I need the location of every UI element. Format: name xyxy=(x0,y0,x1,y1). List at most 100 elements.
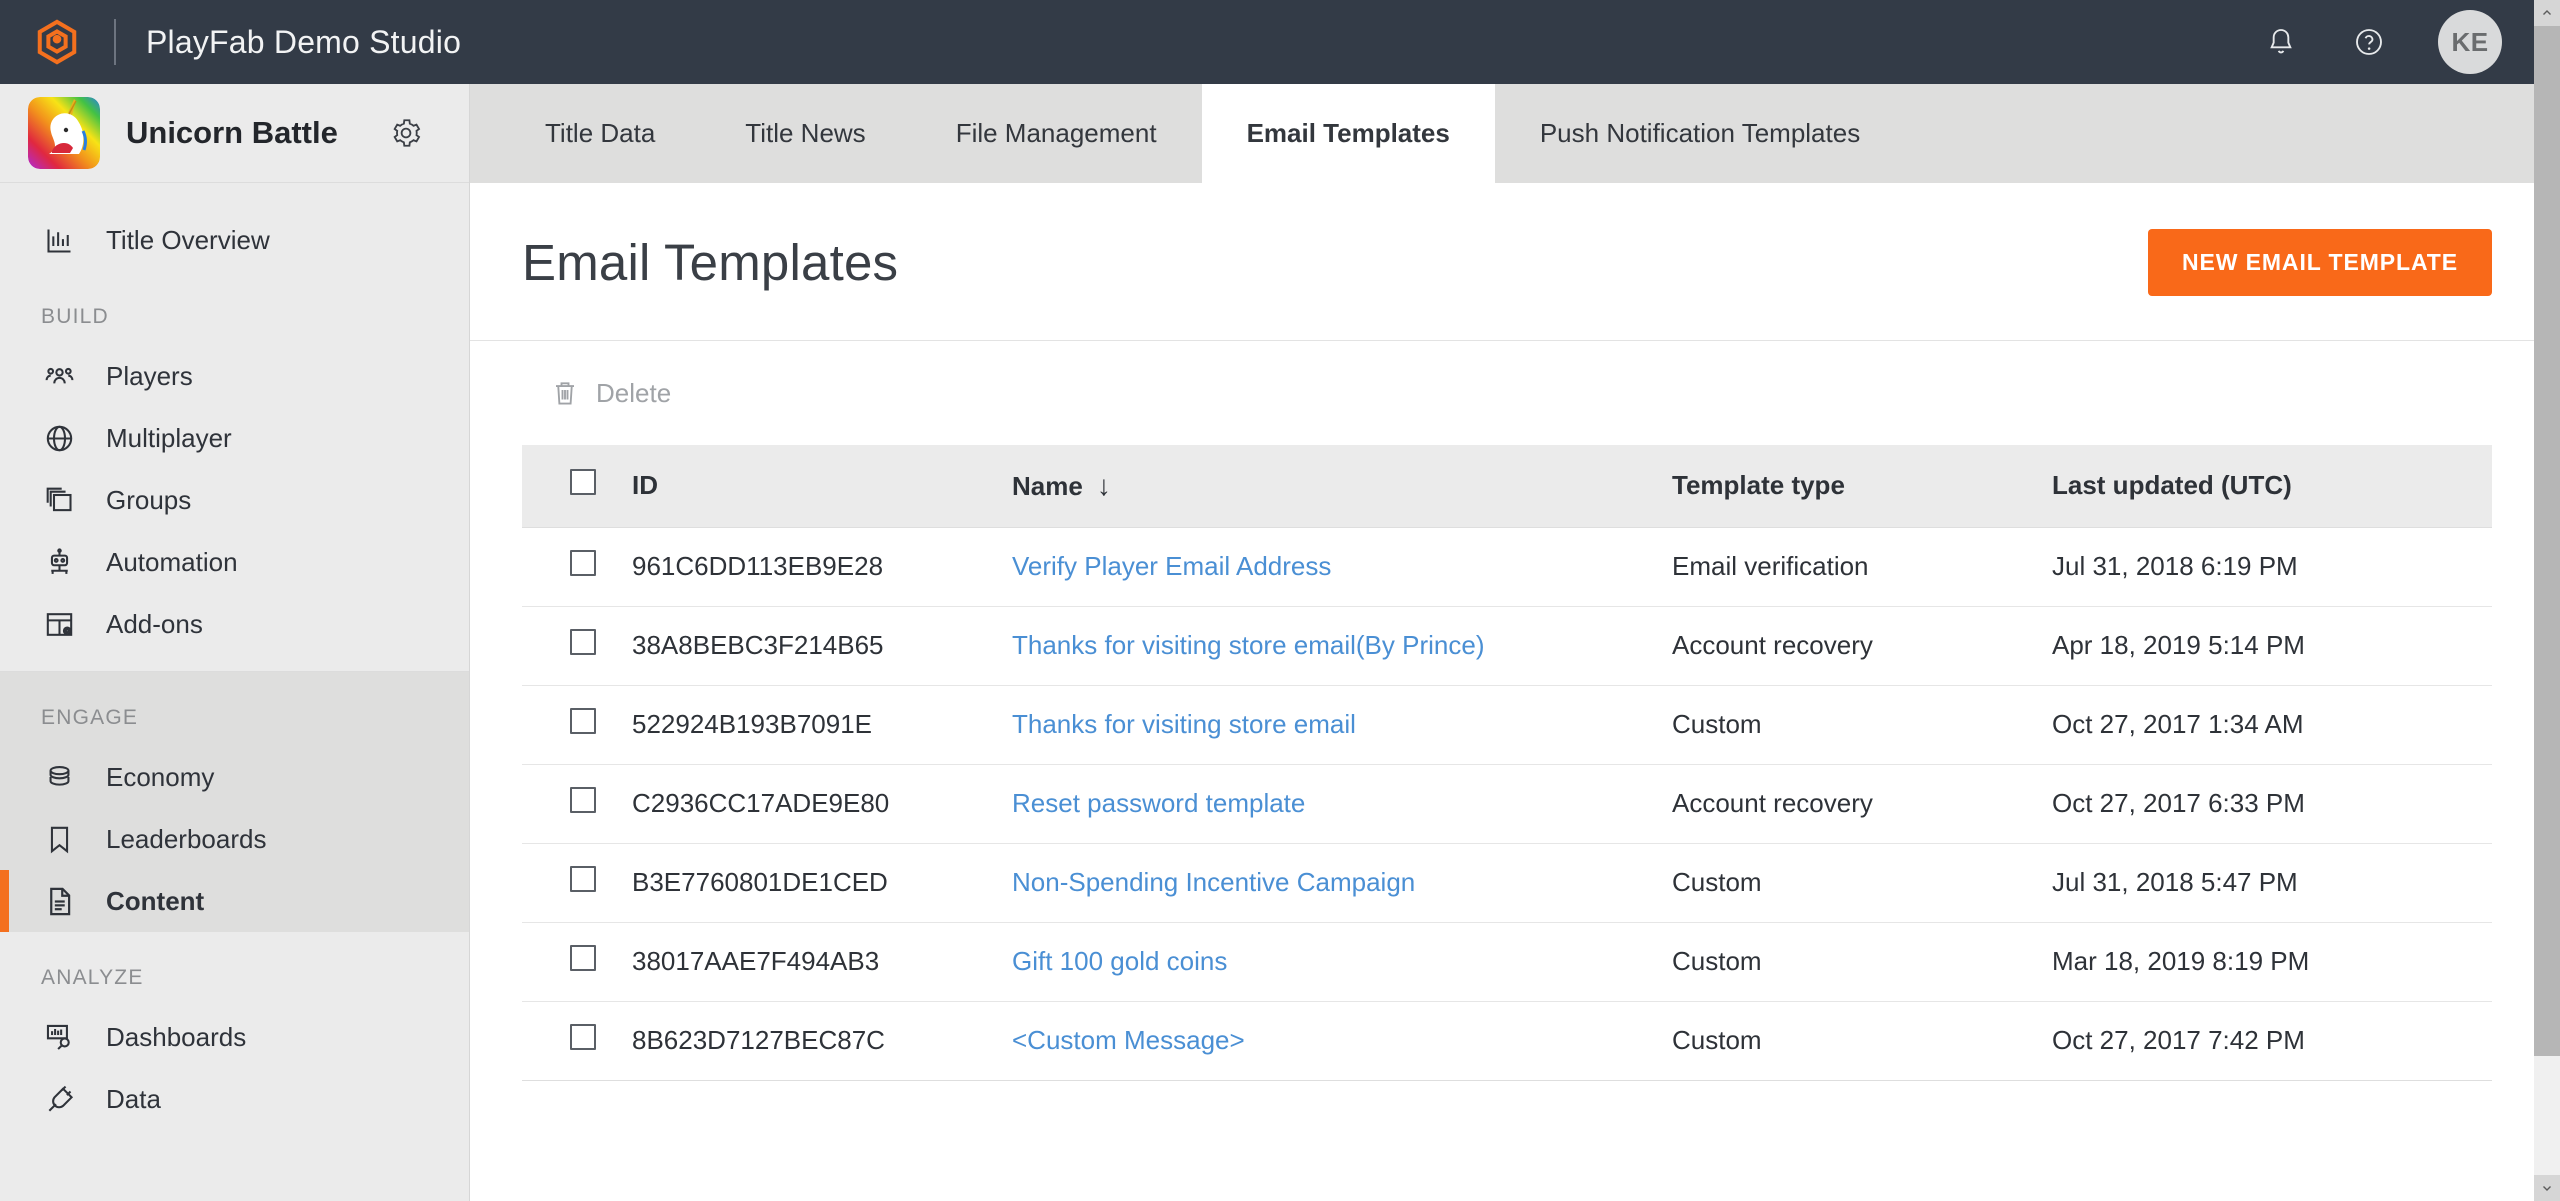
th-name-label: Name xyxy=(1012,470,1083,501)
cell-last-updated: Jul 31, 2018 6:19 PM xyxy=(2052,527,2492,607)
template-name-link[interactable]: <Custom Message> xyxy=(1012,1025,1245,1055)
th-last-updated[interactable]: Last updated (UTC) xyxy=(2052,445,2492,528)
delete-label: Delete xyxy=(596,377,672,408)
table-row[interactable]: 961C6DD113EB9E28 Verify Player Email Add… xyxy=(522,527,2492,607)
cell-last-updated: Mar 18, 2019 8:19 PM xyxy=(2052,922,2492,1002)
table-row[interactable]: 38017AAE7F494AB3 Gift 100 gold coins Cus… xyxy=(522,922,2492,1002)
sidebar-item-automation[interactable]: Automation xyxy=(0,531,469,593)
new-email-template-button[interactable]: NEW EMAIL TEMPLATE xyxy=(2147,229,2492,296)
bar-chart-icon xyxy=(41,222,77,258)
playfab-hexagon-logo-icon[interactable] xyxy=(34,19,80,65)
tab-push-notification-templates[interactable]: Push Notification Templates xyxy=(1495,84,1905,183)
tab-title-news[interactable]: Title News xyxy=(700,84,910,183)
row-checkbox[interactable] xyxy=(570,945,596,971)
sidebar-item-label: Add-ons xyxy=(106,608,203,639)
topbar-actions: KE xyxy=(2262,10,2560,74)
sidebar-item-leaderboards[interactable]: Leaderboards xyxy=(0,808,469,870)
scrollbar-thumb[interactable] xyxy=(2534,26,2560,1056)
sidebar-section-label: ENGAGE xyxy=(41,706,139,729)
select-all-checkbox[interactable] xyxy=(570,469,596,496)
sidebar-item-content[interactable]: Content xyxy=(0,870,469,932)
tab-title-data[interactable]: Title Data xyxy=(500,84,700,183)
cell-template-type: Custom xyxy=(1672,922,2052,1002)
template-name-link[interactable]: Non-Spending Incentive Campaign xyxy=(1012,867,1415,897)
cell-id: 38A8BEBC3F214B65 xyxy=(632,606,1012,686)
th-name[interactable]: Name ↓ xyxy=(1012,445,1672,528)
th-select-all xyxy=(522,445,632,528)
cell-last-updated: Oct 27, 2017 1:34 AM xyxy=(2052,685,2492,765)
globe-icon xyxy=(41,420,77,456)
template-name-link[interactable]: Reset password template xyxy=(1012,788,1305,818)
bell-icon[interactable] xyxy=(2262,23,2300,61)
cell-name: Reset password template xyxy=(1012,764,1672,844)
table-gear-icon xyxy=(41,606,77,642)
scroll-up-button[interactable] xyxy=(2534,0,2560,26)
delete-button[interactable]: Delete xyxy=(550,378,671,409)
cell-checkbox xyxy=(522,527,632,607)
row-checkbox[interactable] xyxy=(570,866,596,892)
email-templates-table: ID Name ↓ Template type Last updated (UTC… xyxy=(522,445,2492,1081)
tab-bar: Title Data Title News File Management Em… xyxy=(470,84,2560,183)
table-row[interactable]: 522924B193B7091E Thanks for visiting sto… xyxy=(522,685,2492,765)
cell-last-updated: Oct 27, 2017 6:33 PM xyxy=(2052,764,2492,844)
tab-email-templates[interactable]: Email Templates xyxy=(1201,84,1495,183)
template-name-link[interactable]: Thanks for visiting store email(By Princ… xyxy=(1012,630,1484,660)
row-checkbox[interactable] xyxy=(570,708,596,734)
row-checkbox[interactable] xyxy=(570,787,596,813)
sidebar-item-multiplayer[interactable]: Multiplayer xyxy=(0,407,469,469)
th-template-type[interactable]: Template type xyxy=(1672,445,2052,528)
sidebar-item-players[interactable]: Players xyxy=(0,345,469,407)
sidebar-section-label: ANALYZE xyxy=(41,966,144,989)
cell-last-updated: Oct 27, 2017 7:42 PM xyxy=(2052,1001,2492,1081)
table-row[interactable]: C2936CC17ADE9E80 Reset password template… xyxy=(522,764,2492,844)
tab-file-management[interactable]: File Management xyxy=(911,84,1202,183)
document-icon xyxy=(41,883,77,919)
sidebar-item-label: Automation xyxy=(106,546,238,577)
cell-last-updated: Apr 18, 2019 5:14 PM xyxy=(2052,606,2492,686)
cell-name: <Custom Message> xyxy=(1012,1001,1672,1081)
template-name-link[interactable]: Verify Player Email Address xyxy=(1012,551,1331,581)
sidebar-item-data[interactable]: Data xyxy=(0,1068,469,1130)
table-row[interactable]: 8B623D7127BEC87C <Custom Message> Custom… xyxy=(522,1001,2492,1081)
content-area: Delete ID Name ↓ Template type Last upda… xyxy=(470,341,2560,1081)
th-id[interactable]: ID xyxy=(632,445,1012,528)
sidebar-item-groups[interactable]: Groups xyxy=(0,469,469,531)
cell-id: 38017AAE7F494AB3 xyxy=(632,922,1012,1002)
bookmark-icon xyxy=(41,821,77,857)
scrollbar-track[interactable] xyxy=(2534,26,2560,1175)
cell-checkbox xyxy=(522,843,632,923)
sidebar-item-title-overview[interactable]: Title Overview xyxy=(0,209,469,271)
gear-icon[interactable] xyxy=(389,116,423,150)
cell-id: 961C6DD113EB9E28 xyxy=(632,527,1012,607)
template-name-link[interactable]: Gift 100 gold coins xyxy=(1012,946,1227,976)
question-circle-icon[interactable] xyxy=(2350,23,2388,61)
sidebar-item-economy[interactable]: Economy xyxy=(0,746,469,808)
row-checkbox[interactable] xyxy=(570,1024,596,1050)
cell-id: 8B623D7127BEC87C xyxy=(632,1001,1012,1081)
sidebar-item-label: Groups xyxy=(106,484,192,515)
cell-name: Thanks for visiting store email xyxy=(1012,685,1672,765)
table-row[interactable]: B3E7760801DE1CED Non-Spending Incentive … xyxy=(522,843,2492,923)
sidebar-item-label: Leaderboards xyxy=(106,823,267,854)
playfab-app-window: PlayFab Demo Studio KE Unicorn Battle Ti… xyxy=(0,0,2560,1201)
cell-id: B3E7760801DE1CED xyxy=(632,843,1012,923)
cell-checkbox xyxy=(522,606,632,686)
top-navigation-bar: PlayFab Demo Studio KE xyxy=(0,0,2560,84)
vertical-scrollbar[interactable] xyxy=(2534,0,2560,1201)
cell-checkbox xyxy=(522,922,632,1002)
sidebar-item-add-ons[interactable]: Add-ons xyxy=(0,593,469,655)
row-checkbox[interactable] xyxy=(570,550,596,576)
sidebar-item-label: Content xyxy=(106,885,205,916)
title-selector[interactable]: Unicorn Battle xyxy=(0,84,469,183)
row-checkbox[interactable] xyxy=(570,629,596,655)
sidebar-item-label: Dashboards xyxy=(106,1021,247,1052)
avatar[interactable]: KE xyxy=(2438,10,2502,74)
scroll-down-button[interactable] xyxy=(2534,1175,2560,1201)
cell-name: Gift 100 gold coins xyxy=(1012,922,1672,1002)
table-row[interactable]: 38A8BEBC3F214B65 Thanks for visiting sto… xyxy=(522,606,2492,686)
cell-template-type: Account recovery xyxy=(1672,764,2052,844)
template-name-link[interactable]: Thanks for visiting store email xyxy=(1012,709,1356,739)
coins-stack-icon xyxy=(41,759,77,795)
sidebar-item-dashboards[interactable]: Dashboards xyxy=(0,1006,469,1068)
plug-icon xyxy=(41,1081,77,1117)
